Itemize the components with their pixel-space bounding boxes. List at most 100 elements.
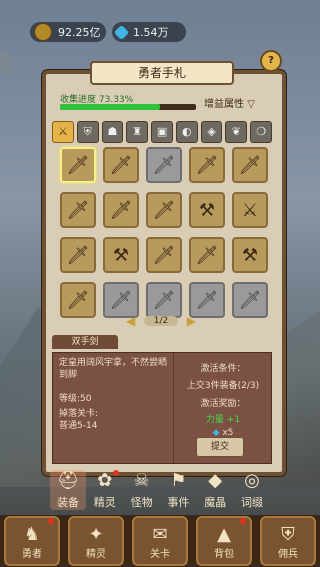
mainnav-icon: ▲ bbox=[217, 524, 231, 545]
mainnav-icon: ✦ bbox=[88, 524, 104, 545]
prev-page-icon[interactable]: ◀ bbox=[126, 314, 135, 328]
weapon-icon: 🗡 bbox=[238, 289, 262, 311]
item-description: 定皇用阔风宇拿，不然尝晒到脚 bbox=[59, 358, 168, 380]
subnav-装备[interactable]: ⛑ 装备 bbox=[50, 470, 86, 510]
weapon-icon: 🗡 bbox=[195, 289, 219, 311]
item-slot[interactable]: ⚒ bbox=[189, 192, 225, 228]
item-slot[interactable]: ⚒ bbox=[232, 237, 268, 273]
subnav-icon: ⛑ bbox=[56, 470, 80, 491]
next-page-icon[interactable]: ▶ bbox=[187, 314, 196, 328]
item-slot[interactable]: 🗡 bbox=[232, 147, 268, 183]
category-tabs: ⚔ ⛨ ☗ ♜ ▣ ◐ ◈ ❦ ❍ bbox=[52, 121, 273, 143]
tab-category-1[interactable]: ⚔ bbox=[52, 121, 74, 143]
weapon-icon: 🗡 bbox=[238, 154, 262, 176]
item-grid: 🗡 🗡 🗡 🗡 🗡 🗡 🗡 🗡 ⚒ ⚔ 🗡 ⚒ 🗡 🗡 ⚒ 🗡 🗡 🗡 🗡 🗡 bbox=[60, 147, 270, 318]
tab-category-6[interactable]: ◐ bbox=[175, 121, 198, 143]
item-slot[interactable]: 🗡 bbox=[189, 147, 225, 183]
mainnav-背包[interactable]: ▲ 背包 bbox=[196, 516, 252, 566]
subnav-label: 事件 bbox=[167, 496, 190, 509]
pager: ◀ 1/2 ▶ bbox=[126, 313, 196, 329]
weapon-icon: ⚒ bbox=[198, 199, 216, 221]
bonus-label: 增益属性 bbox=[204, 99, 244, 110]
activation-reward-title: 激活奖励： bbox=[200, 399, 246, 409]
mainnav-label: 背包 bbox=[214, 549, 234, 560]
activation-condition-title: 激活条件： bbox=[200, 364, 246, 374]
tab-category-5[interactable]: ▣ bbox=[151, 121, 173, 143]
item-slot[interactable]: 🗡 bbox=[232, 282, 268, 318]
weapon-icon: 🗡 bbox=[109, 199, 133, 221]
item-detail: 定皇用阔风宇拿，不然尝晒到脚 等级:50 掉落关卡: 普通5-14 激活条件： … bbox=[52, 352, 272, 464]
progress-row: 收集进度 73.33% 增益属性 ▽ bbox=[60, 92, 270, 114]
tab-category-4[interactable]: ♜ bbox=[126, 121, 149, 143]
mainnav-label: 佣兵 bbox=[278, 549, 298, 560]
mainnav-勇者[interactable]: ♞ 勇者 bbox=[4, 516, 60, 566]
gem-icon bbox=[113, 24, 130, 40]
item-slot[interactable]: 🗡 bbox=[146, 192, 182, 228]
item-slot[interactable]: 🗡 bbox=[103, 192, 139, 228]
subnav-label: 词缀 bbox=[240, 496, 263, 509]
item-slot[interactable]: 🗡 bbox=[60, 147, 96, 183]
collection-subnav: ⛑ 装备 ✿ 精灵 ☠ 怪物 ⚑ 事件 ◆ 魔晶 ◎ 词缀 bbox=[50, 470, 270, 510]
triangle-down-icon: ▽ bbox=[247, 99, 255, 110]
tab-category-2[interactable]: ⛨ bbox=[76, 121, 99, 143]
gem-counter: 1.54万 bbox=[112, 22, 186, 42]
subnav-label: 精灵 bbox=[93, 496, 116, 509]
weapon-icon: 🗡 bbox=[152, 289, 176, 311]
item-slot[interactable]: ⚒ bbox=[103, 237, 139, 273]
gold-counter: 92.25亿 bbox=[30, 22, 106, 42]
main-nav: ♞ 勇者 ✦ 精灵 ✉ 关卡 ▲ 背包 ⛨ 佣兵 bbox=[0, 515, 320, 567]
subnav-label: 装备 bbox=[57, 496, 79, 509]
subnav-icon: ◆ bbox=[208, 470, 223, 491]
tab-category-8[interactable]: ❦ bbox=[225, 121, 248, 143]
notification-dot bbox=[240, 518, 246, 524]
subnav-icon: ◎ bbox=[244, 470, 260, 491]
mainnav-佣兵[interactable]: ⛨ 佣兵 bbox=[260, 516, 316, 566]
item-slot[interactable]: 🗡 bbox=[60, 192, 96, 228]
progress-bar bbox=[60, 104, 196, 110]
gold-coin-icon bbox=[34, 23, 52, 41]
detail-left: 定皇用阔风宇拿，不然尝晒到脚 等级:50 掉落关卡: 普通5-14 bbox=[53, 353, 173, 463]
activation-condition: 上交3件装备(2/3) bbox=[186, 381, 260, 391]
mainnav-关卡[interactable]: ✉ 关卡 bbox=[132, 516, 188, 566]
progress-bar-fill bbox=[60, 104, 160, 110]
drop-label: 掉落关卡: bbox=[59, 409, 99, 419]
subnav-怪物[interactable]: ☠ 怪物 bbox=[124, 470, 160, 510]
item-slot[interactable]: 🗡 bbox=[189, 237, 225, 273]
weapon-icon: 🗡 bbox=[66, 154, 90, 176]
mainnav-icon: ✉ bbox=[152, 524, 168, 545]
gem-amount: 1.54万 bbox=[133, 26, 169, 39]
tab-category-9[interactable]: ❍ bbox=[250, 121, 273, 143]
submit-button[interactable]: 提交 bbox=[196, 437, 244, 457]
notification-dot bbox=[48, 518, 54, 524]
side-menu-handle[interactable] bbox=[0, 50, 12, 74]
item-level: 等级:50 bbox=[59, 394, 92, 404]
mainnav-label: 精灵 bbox=[86, 549, 106, 560]
item-slot[interactable]: 🗡 bbox=[60, 237, 96, 273]
item-slot[interactable]: 🗡 bbox=[103, 147, 139, 183]
weapon-icon: 🗡 bbox=[195, 244, 219, 266]
bonus-attributes-toggle[interactable]: 增益属性 ▽ bbox=[204, 95, 255, 110]
drop-stage: 普通5-14 bbox=[59, 421, 98, 431]
help-icon[interactable]: ? bbox=[260, 50, 282, 72]
weapon-icon: 🗡 bbox=[152, 199, 176, 221]
item-slot[interactable]: 🗡 bbox=[146, 147, 182, 183]
item-slot[interactable]: 🗡 bbox=[60, 282, 96, 318]
mainnav-精灵[interactable]: ✦ 精灵 bbox=[68, 516, 124, 566]
subnav-icon: ⚑ bbox=[170, 470, 187, 491]
item-slot[interactable]: ⚔ bbox=[232, 192, 268, 228]
mainnav-label: 勇者 bbox=[22, 549, 42, 560]
tab-category-3[interactable]: ☗ bbox=[101, 121, 124, 143]
detail-tab: 双手剑 bbox=[52, 335, 118, 349]
subnav-词缀[interactable]: ◎ 词缀 bbox=[234, 470, 270, 510]
detail-right: 激活条件： 上交3件装备(2/3) 激活奖励： 力量 +1 ◆ x5 提交 bbox=[173, 353, 272, 463]
subnav-精灵[interactable]: ✿ 精灵 bbox=[87, 470, 123, 510]
weapon-icon: ⚔ bbox=[241, 199, 259, 221]
subnav-事件[interactable]: ⚑ 事件 bbox=[160, 470, 196, 510]
weapon-icon: 🗡 bbox=[66, 199, 90, 221]
item-slot[interactable]: 🗡 bbox=[146, 237, 182, 273]
reward-stat: 力量 +1 bbox=[205, 415, 241, 425]
tab-category-7[interactable]: ◈ bbox=[200, 121, 223, 143]
weapon-icon: 🗡 bbox=[109, 154, 133, 176]
subnav-魔晶[interactable]: ◆ 魔晶 bbox=[197, 470, 233, 510]
weapon-icon: 🗡 bbox=[195, 154, 219, 176]
